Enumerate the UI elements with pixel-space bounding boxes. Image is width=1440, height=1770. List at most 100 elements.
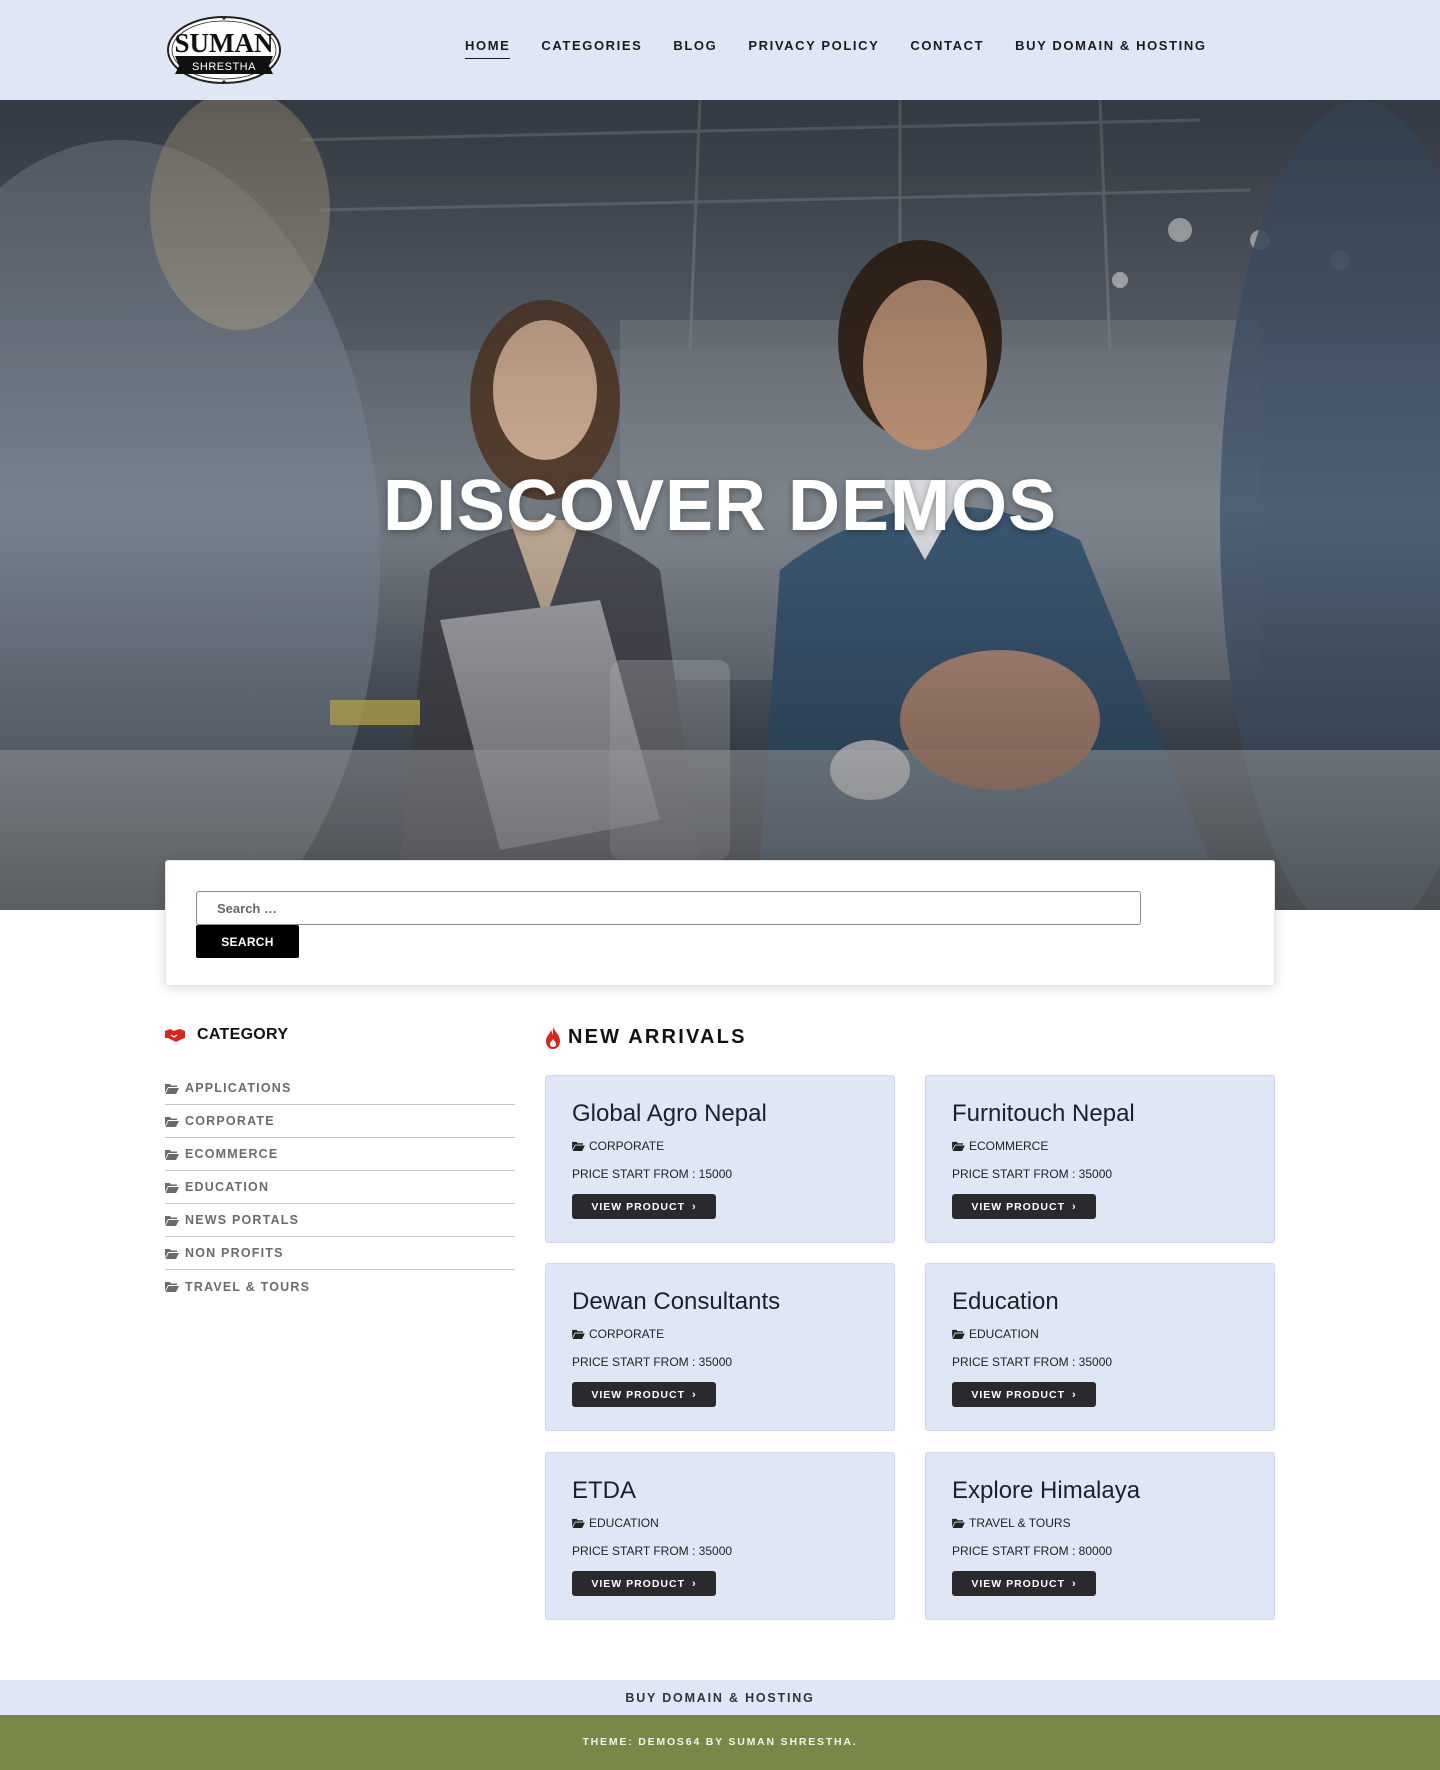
search-input[interactable] [196, 891, 1141, 925]
view-product-label: VIEW PRODUCT [591, 1388, 685, 1401]
view-product-button[interactable]: VIEW PRODUCT › [572, 1194, 716, 1219]
chevron-right-icon: › [1072, 1388, 1077, 1401]
new-arrivals-header: NEW ARRIVALS [545, 1026, 747, 1049]
category-item-applications[interactable]: APPLICATIONS [165, 1072, 515, 1105]
product-price: PRICE START FROM : 80000 [952, 1544, 1113, 1558]
product-title[interactable]: Dewan Consultants [572, 1288, 780, 1316]
footer-link-buy-domain-hosting[interactable]: BUY DOMAIN & HOSTING [625, 1691, 814, 1705]
product-title[interactable]: Global Agro Nepal [572, 1100, 767, 1128]
folder-open-icon [165, 1248, 179, 1259]
chevron-right-icon: › [1072, 1577, 1077, 1590]
category-sidebar: CATEGORY APPLICATIONS CORPORATE ECOMMERC… [165, 1025, 515, 1303]
product-card: Explore Himalaya TRAVEL & TOURS PRICE ST… [925, 1452, 1275, 1620]
view-product-button[interactable]: VIEW PRODUCT › [952, 1194, 1096, 1219]
footer-credit: THEME: DEMOS64 BY SUMAN SHRESTHA. [582, 1736, 858, 1748]
folder-open-icon [165, 1182, 179, 1193]
site-footer: THEME: DEMOS64 BY SUMAN SHRESTHA. [0, 1715, 1440, 1770]
product-category-label: EDUCATION [589, 1516, 659, 1530]
product-card: Global Agro Nepal CORPORATE PRICE START … [545, 1075, 895, 1243]
nav-categories[interactable]: CATEGORIES [541, 38, 642, 59]
category-item-travel-tours[interactable]: TRAVEL & TOURS [165, 1270, 515, 1303]
folder-open-icon [165, 1149, 179, 1160]
folder-open-icon [165, 1116, 179, 1127]
product-title[interactable]: Furnitouch Nepal [952, 1100, 1135, 1128]
category-item-non-profits[interactable]: NON PROFITS [165, 1237, 515, 1270]
site-logo[interactable]: SUMAN SHRESTHA [165, 14, 283, 86]
product-card: Dewan Consultants CORPORATE PRICE START … [545, 1263, 895, 1431]
product-card: ETDA EDUCATION PRICE START FROM : 35000 … [545, 1452, 895, 1620]
product-category[interactable]: EDUCATION [952, 1327, 1039, 1341]
product-price: PRICE START FROM : 35000 [572, 1355, 733, 1369]
nav-privacy-policy[interactable]: PRIVACY POLICY [748, 38, 879, 59]
fire-icon [546, 1026, 560, 1049]
nav-contact[interactable]: CONTACT [910, 38, 984, 59]
nav-blog[interactable]: BLOG [673, 38, 717, 59]
product-title[interactable]: Education [952, 1288, 1059, 1316]
product-category-label: EDUCATION [969, 1327, 1039, 1341]
product-category[interactable]: CORPORATE [572, 1327, 664, 1341]
product-price: PRICE START FROM : 35000 [572, 1544, 733, 1558]
product-price: PRICE START FROM : 35000 [952, 1355, 1113, 1369]
folder-open-icon [572, 1518, 585, 1528]
view-product-label: VIEW PRODUCT [971, 1577, 1065, 1590]
folder-open-icon [952, 1329, 965, 1339]
folder-open-icon [572, 1329, 585, 1339]
sidebar-title: CATEGORY [197, 1026, 289, 1043]
category-label: NEWS PORTALS [185, 1213, 300, 1227]
product-price: PRICE START FROM : 15000 [572, 1167, 733, 1181]
view-product-button[interactable]: VIEW PRODUCT › [572, 1571, 716, 1596]
category-label: CORPORATE [185, 1114, 275, 1128]
product-category[interactable]: EDUCATION [572, 1516, 659, 1530]
category-item-ecommerce[interactable]: ECOMMERCE [165, 1138, 515, 1171]
new-arrivals-title: NEW ARRIVALS [568, 1026, 747, 1048]
view-product-button[interactable]: VIEW PRODUCT › [952, 1571, 1096, 1596]
folder-open-icon [165, 1215, 179, 1226]
view-product-label: VIEW PRODUCT [971, 1388, 1065, 1401]
view-product-label: VIEW PRODUCT [971, 1200, 1065, 1213]
product-category[interactable]: CORPORATE [572, 1139, 664, 1153]
main-nav: HOME CATEGORIES BLOG PRIVACY POLICY CONT… [465, 38, 1238, 59]
product-category-label: TRAVEL & TOURS [969, 1516, 1071, 1530]
folder-open-icon [572, 1141, 585, 1151]
folder-open-icon [165, 1083, 179, 1094]
search-button[interactable]: SEARCH [196, 925, 299, 958]
product-price: PRICE START FROM : 35000 [952, 1167, 1113, 1181]
view-product-label: VIEW PRODUCT [591, 1200, 685, 1213]
product-category-label: ECOMMERCE [969, 1139, 1049, 1153]
view-product-button[interactable]: VIEW PRODUCT › [952, 1382, 1096, 1407]
category-list: APPLICATIONS CORPORATE ECOMMERCE EDUCATI… [165, 1072, 515, 1303]
category-item-news-portals[interactable]: NEWS PORTALS [165, 1204, 515, 1237]
category-label: ECOMMERCE [185, 1147, 279, 1161]
product-category-label: CORPORATE [589, 1139, 665, 1153]
sidebar-header: CATEGORY [165, 1025, 515, 1045]
folder-open-icon [952, 1518, 965, 1528]
svg-text:SUMAN: SUMAN [175, 28, 274, 58]
product-category-label: CORPORATE [589, 1327, 665, 1341]
category-item-corporate[interactable]: CORPORATE [165, 1105, 515, 1138]
footer-menu: BUY DOMAIN & HOSTING [0, 1680, 1440, 1715]
category-item-education[interactable]: EDUCATION [165, 1171, 515, 1204]
handshake-icon [165, 1029, 185, 1042]
folder-open-icon [952, 1141, 965, 1151]
view-product-button[interactable]: VIEW PRODUCT › [572, 1382, 716, 1407]
category-label: APPLICATIONS [185, 1081, 292, 1095]
chevron-right-icon: › [692, 1388, 697, 1401]
category-label: TRAVEL & TOURS [185, 1279, 311, 1294]
product-title[interactable]: ETDA [572, 1477, 636, 1505]
product-card: Education EDUCATION PRICE START FROM : 3… [925, 1263, 1275, 1431]
chevron-right-icon: › [692, 1200, 697, 1213]
site-header: SUMAN SHRESTHA HOME CATEGORIES BLOG PRIV… [0, 0, 1440, 100]
category-label: NON PROFITS [185, 1246, 284, 1260]
product-category[interactable]: TRAVEL & TOURS [952, 1516, 1071, 1530]
search-panel: SEARCH [165, 860, 1275, 986]
hero-banner: DISCOVER DEMOS [0, 100, 1440, 910]
hero-title: DISCOVER DEMOS [382, 466, 1058, 546]
view-product-label: VIEW PRODUCT [591, 1577, 685, 1590]
product-card: Furnitouch Nepal ECOMMERCE PRICE START F… [925, 1075, 1275, 1243]
product-title[interactable]: Explore Himalaya [952, 1477, 1140, 1505]
nav-buy-domain-hosting[interactable]: BUY DOMAIN & HOSTING [1015, 38, 1206, 59]
product-category[interactable]: ECOMMERCE [952, 1139, 1048, 1153]
chevron-right-icon: › [692, 1577, 697, 1590]
chevron-right-icon: › [1072, 1200, 1077, 1213]
nav-home[interactable]: HOME [465, 38, 511, 59]
